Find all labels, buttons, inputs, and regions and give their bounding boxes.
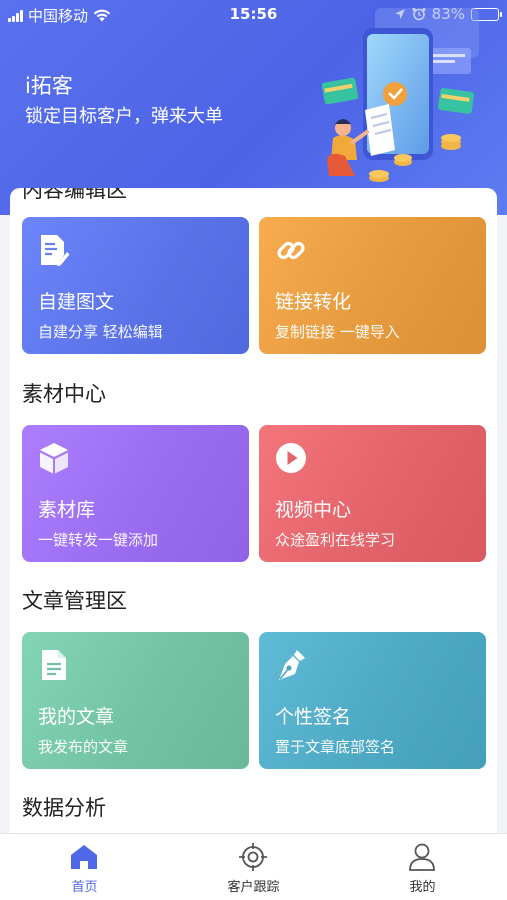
pen-nib-icon xyxy=(279,650,305,680)
tile-subtitle: 复制链接 一键导入 xyxy=(275,323,400,341)
app-name: i拓客 xyxy=(25,74,73,98)
tile-my-articles[interactable]: 我的文章 我发布的文章 xyxy=(22,632,249,769)
tile-signature[interactable]: 个性签名 置于文章底部签名 xyxy=(259,632,486,769)
tab-label: 我的 xyxy=(409,880,436,895)
home-icon xyxy=(71,845,97,869)
article-icon xyxy=(42,650,66,680)
tile-subtitle: 一键转发一键添加 xyxy=(38,531,159,549)
tile-material-library[interactable]: 素材库 一键转发一键添加 xyxy=(22,425,249,562)
bottom-tab-bar: 首页 客户跟踪 我的 xyxy=(0,833,507,900)
app-slogan: 锁定目标客户，弹来大单 xyxy=(25,106,223,127)
tile-title: 自建图文 xyxy=(38,291,115,313)
user-icon xyxy=(409,843,435,871)
tile-link-convert[interactable]: 链接转化 复制链接 一键导入 xyxy=(259,217,486,354)
document-edit-icon xyxy=(41,235,70,266)
tab-label: 首页 xyxy=(71,880,98,895)
phone-marketing-illustration xyxy=(321,8,479,182)
target-icon xyxy=(239,843,267,871)
section-title-analytics: 数据分析 xyxy=(22,796,106,820)
section-title-articles: 文章管理区 xyxy=(22,589,127,613)
feature-panel: 内容编辑区 自建图文 自建分享 轻松编辑 链接转化 复制链接 一键导入 素材中心… xyxy=(10,188,497,838)
tile-subtitle: 我发布的文章 xyxy=(38,738,129,756)
tab-customer-tracking[interactable]: 客户跟踪 xyxy=(169,834,338,900)
tile-subtitle: 自建分享 轻松编辑 xyxy=(38,323,163,341)
link-icon xyxy=(277,241,305,260)
cube-icon xyxy=(40,443,68,474)
tile-title: 个性签名 xyxy=(275,706,352,728)
play-icon xyxy=(276,443,306,473)
tab-label: 客户跟踪 xyxy=(227,880,280,895)
tile-subtitle: 众途盈利在线学习 xyxy=(275,531,396,549)
section-title-materials: 素材中心 xyxy=(22,382,106,406)
tile-create-article[interactable]: 自建图文 自建分享 轻松编辑 xyxy=(22,217,249,354)
header-banner: 中国移动 15:56 83% i拓客 锁定目标客户，弹来大单 xyxy=(0,0,507,215)
tile-title: 素材库 xyxy=(38,499,96,521)
tile-subtitle: 置于文章底部签名 xyxy=(275,738,396,756)
tile-title: 我的文章 xyxy=(38,706,115,728)
tab-profile[interactable]: 我的 xyxy=(338,834,507,900)
section-title-content-edit: 内容编辑区 xyxy=(22,188,127,202)
tile-title: 视频中心 xyxy=(275,499,352,521)
tab-home[interactable]: 首页 xyxy=(0,834,169,900)
tile-title: 链接转化 xyxy=(275,291,352,313)
tile-video-center[interactable]: 视频中心 众途盈利在线学习 xyxy=(259,425,486,562)
